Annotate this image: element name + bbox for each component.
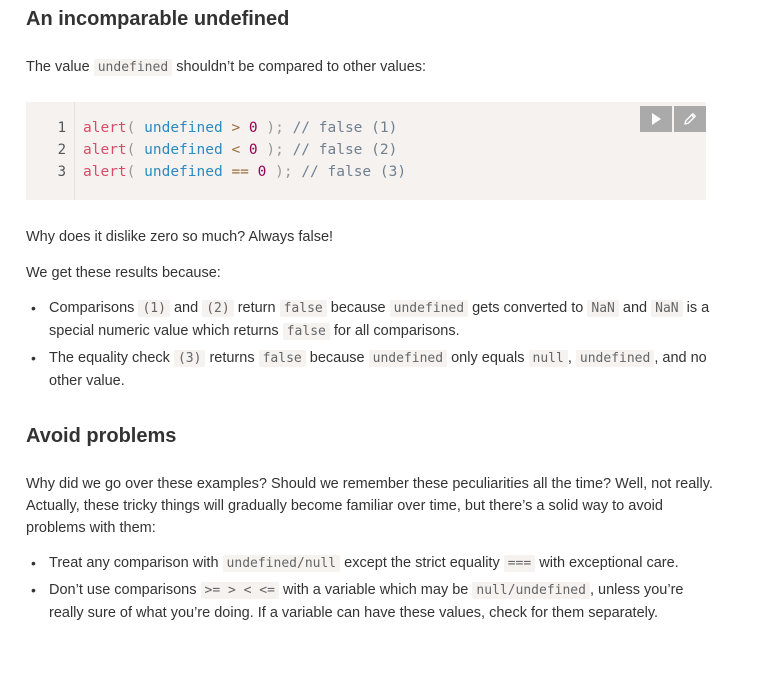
text: and: [618, 300, 652, 316]
inline-code: undefined: [93, 59, 173, 76]
text: and: [169, 300, 203, 316]
code-punctuation: (: [126, 142, 136, 158]
code-comment: // false (2): [292, 142, 398, 158]
inline-code: undefined/null: [222, 555, 341, 572]
inline-code: false: [258, 350, 306, 367]
code-line: alert( undefined > 0 ); // false (1): [83, 120, 397, 136]
inline-code: undefined: [575, 350, 655, 367]
intro-paragraph: The value undefined shouldn’t be compare…: [26, 56, 716, 79]
code-punctuation: (: [126, 164, 136, 180]
code-toolbar: [640, 106, 706, 132]
inline-code: >= > < <=: [200, 582, 279, 599]
text: shouldn’t be compared to other values:: [172, 59, 427, 75]
code-keyword: undefined: [144, 120, 223, 136]
run-icon: [652, 113, 661, 125]
code-example: 1 2 3 alert( undefined > 0 ); // false (…: [26, 102, 706, 200]
text: because: [305, 350, 369, 366]
text: because: [326, 300, 390, 316]
text: Treat any comparison with: [49, 555, 223, 571]
text: except the strict equality: [340, 555, 504, 571]
code-punctuation: );: [266, 120, 284, 136]
code-punctuation: (: [126, 120, 136, 136]
list-item: • Comparisons (1) and (2) return false be…: [26, 297, 716, 343]
inline-code: (1): [138, 300, 170, 317]
text: with exceptional care.: [535, 555, 679, 571]
code-punctuation: );: [266, 142, 284, 158]
inline-code: false: [279, 300, 327, 317]
text: Don’t use comparisons: [49, 582, 201, 598]
inline-code: ===: [503, 555, 536, 572]
line-number: 1: [57, 120, 66, 136]
code-operator: ==: [231, 164, 249, 180]
inline-code: null/undefined: [472, 582, 590, 599]
code-keyword: undefined: [144, 142, 223, 158]
bullet: •: [31, 582, 36, 598]
advice-list: • Treat any comparison with undefined/nul…: [26, 552, 716, 629]
text: returns: [205, 350, 259, 366]
code-operator: <: [231, 142, 241, 158]
list-item: • Treat any comparison with undefined/nul…: [26, 552, 716, 575]
list-item: • Don’t use comparisons >= > < <= with a …: [26, 579, 716, 625]
text: with a variable which may be: [278, 582, 473, 598]
bullet: •: [31, 555, 36, 571]
line-number: 3: [57, 164, 66, 180]
code-punctuation: );: [275, 164, 293, 180]
edit-button[interactable]: [674, 106, 706, 132]
section-title-avoid-problems: Avoid problems: [26, 425, 177, 447]
code-comment: // false (3): [301, 164, 407, 180]
inline-code: false: [282, 323, 330, 340]
inline-code: (3): [173, 350, 206, 367]
text: return: [233, 300, 280, 316]
text: ,: [567, 350, 576, 366]
text: only equals: [447, 350, 529, 366]
edit-icon: [684, 113, 696, 125]
line-numbers: 1 2 3: [26, 102, 75, 200]
inline-code: undefined: [389, 300, 469, 317]
text: The value: [26, 59, 94, 75]
code-function: alert: [83, 142, 127, 158]
line-number: 2: [57, 142, 66, 158]
reasons-list: • Comparisons (1) and (2) return false be…: [26, 297, 716, 397]
bullet: •: [31, 350, 36, 366]
text: Comparisons: [49, 300, 139, 316]
code-keyword: undefined: [144, 164, 223, 180]
inline-code: NaN: [587, 300, 619, 317]
inline-code: null: [528, 350, 568, 367]
list-item: • The equality check (3) returns false be…: [26, 347, 716, 393]
code-comment: // false (1): [292, 120, 398, 136]
run-button[interactable]: [640, 106, 672, 132]
text: The equality check: [49, 350, 174, 366]
inline-code: (2): [202, 300, 234, 317]
code-function: alert: [83, 164, 127, 180]
inline-code: NaN: [651, 300, 683, 317]
code-number: 0: [248, 120, 258, 136]
text: for all comparisons.: [329, 323, 460, 339]
inline-code: undefined: [368, 350, 448, 367]
section-title-incomparable-undefined: An incomparable undefined: [26, 8, 290, 30]
bullet: •: [31, 300, 36, 316]
code-line: alert( undefined < 0 ); // false (2): [83, 142, 397, 158]
code-operator: >: [231, 120, 241, 136]
text: gets converted to: [468, 300, 588, 316]
question-paragraph: Why does it dislike zero so much? Always…: [26, 229, 334, 245]
avoid-intro-paragraph: Why did we go over these examples? Shoul…: [26, 476, 713, 536]
code-number: 0: [257, 164, 267, 180]
code-line: alert( undefined == 0 ); // false (3): [83, 164, 406, 180]
because-paragraph: We get these results because:: [26, 265, 221, 281]
code-function: alert: [83, 120, 127, 136]
code-number: 0: [248, 142, 258, 158]
